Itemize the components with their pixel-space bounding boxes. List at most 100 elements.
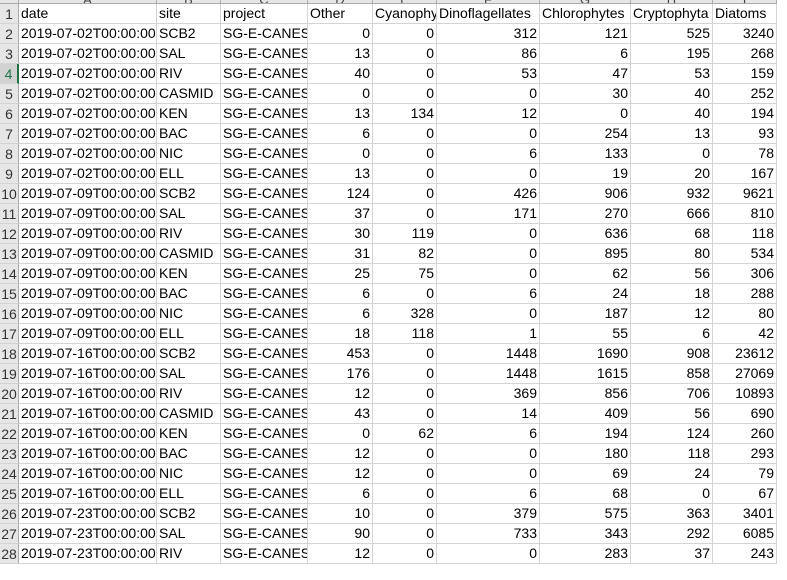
- cell-other[interactable]: 40: [308, 64, 373, 84]
- cell-diatoms[interactable]: 293: [713, 444, 777, 464]
- cell-date[interactable]: 2019-07-02T00:00:00Z: [19, 104, 157, 124]
- row-header[interactable]: 18: [0, 344, 19, 364]
- cell-site[interactable]: ELL: [157, 324, 221, 344]
- cell-site[interactable]: RIV: [157, 544, 221, 564]
- cell-diatoms[interactable]: 9621: [713, 184, 777, 204]
- cell-chlorophytes[interactable]: 1690: [540, 344, 631, 364]
- cell-site[interactable]: KEN: [157, 264, 221, 284]
- cell-dinoflagellates[interactable]: 1448: [437, 344, 540, 364]
- cell-dinoflagellates[interactable]: 53: [437, 64, 540, 84]
- cell-cyanophy[interactable]: 0: [373, 124, 437, 144]
- cell-other[interactable]: 124: [308, 184, 373, 204]
- cell-cryptophyta[interactable]: 37: [631, 544, 713, 564]
- cell-other[interactable]: 6: [308, 284, 373, 304]
- cell-date[interactable]: 2019-07-09T00:00:00Z: [19, 224, 157, 244]
- cell-other[interactable]: 12: [308, 384, 373, 404]
- cell-date[interactable]: 2019-07-23T00:00:00Z: [19, 544, 157, 564]
- cell-site[interactable]: ELL: [157, 164, 221, 184]
- header-cell-dinoflagellates[interactable]: Dinoflagellates: [437, 4, 540, 24]
- cell-chlorophytes[interactable]: 283: [540, 544, 631, 564]
- cell-diatoms[interactable]: 3401: [713, 504, 777, 524]
- cell-site[interactable]: KEN: [157, 104, 221, 124]
- cell-other[interactable]: 43: [308, 404, 373, 424]
- cell-date[interactable]: 2019-07-16T00:00:00Z: [19, 464, 157, 484]
- cell-other[interactable]: 176: [308, 364, 373, 384]
- cell-cryptophyta[interactable]: 20: [631, 164, 713, 184]
- cell-chlorophytes[interactable]: 409: [540, 404, 631, 424]
- cell-cryptophyta[interactable]: 40: [631, 84, 713, 104]
- cell-cyanophy[interactable]: 134: [373, 104, 437, 124]
- cell-dinoflagellates[interactable]: 0: [437, 444, 540, 464]
- cell-chlorophytes[interactable]: 55: [540, 324, 631, 344]
- cell-other[interactable]: 6: [308, 304, 373, 324]
- cell-date[interactable]: 2019-07-09T00:00:00Z: [19, 284, 157, 304]
- cell-project[interactable]: SG-E-CANEST: [221, 204, 308, 224]
- cell-project[interactable]: SG-E-CANEST: [221, 324, 308, 344]
- cell-dinoflagellates[interactable]: 1448: [437, 364, 540, 384]
- header-cell-cyanophy[interactable]: Cyanophy: [373, 4, 437, 24]
- cell-cyanophy[interactable]: 0: [373, 24, 437, 44]
- cell-other[interactable]: 31: [308, 244, 373, 264]
- cell-diatoms[interactable]: 27069: [713, 364, 777, 384]
- cell-dinoflagellates[interactable]: 0: [437, 244, 540, 264]
- cell-project[interactable]: SG-E-CANEST: [221, 404, 308, 424]
- row-header[interactable]: 13: [0, 244, 19, 264]
- row-header[interactable]: 25: [0, 484, 19, 504]
- cell-date[interactable]: 2019-07-09T00:00:00Z: [19, 324, 157, 344]
- cell-date[interactable]: 2019-07-16T00:00:00Z: [19, 424, 157, 444]
- cell-site[interactable]: ELL: [157, 484, 221, 504]
- cell-date[interactable]: 2019-07-02T00:00:00Z: [19, 144, 157, 164]
- header-cell-chlorophytes[interactable]: Chlorophytes: [540, 4, 631, 24]
- cell-cryptophyta[interactable]: 706: [631, 384, 713, 404]
- cell-diatoms[interactable]: 260: [713, 424, 777, 444]
- cell-diatoms[interactable]: 194: [713, 104, 777, 124]
- cell-date[interactable]: 2019-07-02T00:00:00Z: [19, 164, 157, 184]
- cell-diatoms[interactable]: 93: [713, 124, 777, 144]
- cell-cryptophyta[interactable]: 292: [631, 524, 713, 544]
- cell-project[interactable]: SG-E-CANEST: [221, 504, 308, 524]
- cell-date[interactable]: 2019-07-02T00:00:00Z: [19, 64, 157, 84]
- cell-site[interactable]: SCB2: [157, 344, 221, 364]
- cell-project[interactable]: SG-E-CANEST: [221, 444, 308, 464]
- cell-cryptophyta[interactable]: 525: [631, 24, 713, 44]
- cell-other[interactable]: 12: [308, 444, 373, 464]
- row-header[interactable]: 20: [0, 384, 19, 404]
- cell-site[interactable]: SAL: [157, 44, 221, 64]
- cell-project[interactable]: SG-E-CANEST: [221, 104, 308, 124]
- cell-dinoflagellates[interactable]: 426: [437, 184, 540, 204]
- cell-dinoflagellates[interactable]: 0: [437, 544, 540, 564]
- cell-cryptophyta[interactable]: 6: [631, 324, 713, 344]
- cell-dinoflagellates[interactable]: 379: [437, 504, 540, 524]
- row-header[interactable]: 26: [0, 504, 19, 524]
- row-header[interactable]: 4: [0, 64, 19, 84]
- cell-diatoms[interactable]: 167: [713, 164, 777, 184]
- cell-cyanophy[interactable]: 0: [373, 164, 437, 184]
- row-header[interactable]: 15: [0, 284, 19, 304]
- cell-other[interactable]: 6: [308, 124, 373, 144]
- cell-chlorophytes[interactable]: 30: [540, 84, 631, 104]
- cell-cryptophyta[interactable]: 666: [631, 204, 713, 224]
- cell-project[interactable]: SG-E-CANEST: [221, 344, 308, 364]
- cell-chlorophytes[interactable]: 69: [540, 464, 631, 484]
- cell-cryptophyta[interactable]: 40: [631, 104, 713, 124]
- cell-dinoflagellates[interactable]: 0: [437, 264, 540, 284]
- cell-date[interactable]: 2019-07-09T00:00:00Z: [19, 244, 157, 264]
- cell-other[interactable]: 0: [308, 144, 373, 164]
- cell-chlorophytes[interactable]: 24: [540, 284, 631, 304]
- cell-site[interactable]: BAC: [157, 284, 221, 304]
- row-header[interactable]: 3: [0, 44, 19, 64]
- cell-site[interactable]: BAC: [157, 124, 221, 144]
- cell-date[interactable]: 2019-07-09T00:00:00Z: [19, 304, 157, 324]
- cell-chlorophytes[interactable]: 906: [540, 184, 631, 204]
- cell-chlorophytes[interactable]: 1615: [540, 364, 631, 384]
- cell-other[interactable]: 0: [308, 24, 373, 44]
- row-header[interactable]: 10: [0, 184, 19, 204]
- cell-cyanophy[interactable]: 0: [373, 404, 437, 424]
- cell-cryptophyta[interactable]: 0: [631, 484, 713, 504]
- cell-other[interactable]: 13: [308, 164, 373, 184]
- cell-other[interactable]: 13: [308, 104, 373, 124]
- cell-project[interactable]: SG-E-CANEST: [221, 364, 308, 384]
- cell-dinoflagellates[interactable]: 1: [437, 324, 540, 344]
- cell-cyanophy[interactable]: 328: [373, 304, 437, 324]
- cell-cyanophy[interactable]: 0: [373, 284, 437, 304]
